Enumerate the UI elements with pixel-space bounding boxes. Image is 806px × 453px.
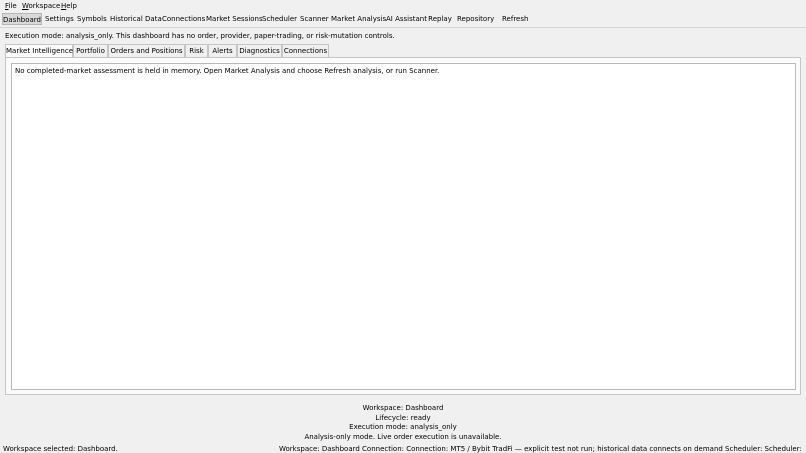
toolbar: Dashboard Settings Symbols Historical Da… <box>0 12 806 28</box>
tab-connections[interactable]: Connections <box>282 44 329 57</box>
toolbar-refresh-button[interactable]: Refresh <box>502 13 528 25</box>
toolbar-market-analysis-button[interactable]: Market Analysis <box>331 13 386 25</box>
toolbar-market-sessions-button[interactable]: Market Sessions <box>206 13 263 25</box>
status-bar-details: Workspace: Dashboard Connection: Connect… <box>279 445 803 453</box>
status-bar-message: Workspace selected: Dashboard. <box>3 445 118 453</box>
menu-workspace[interactable]: Workspace <box>22 2 60 10</box>
tab-portfolio[interactable]: Portfolio <box>73 44 108 57</box>
menu-bar: File Workspace Help <box>0 0 806 11</box>
market-intelligence-panel: No completed-market assessment is held i… <box>5 57 801 395</box>
tab-orders-and-positions[interactable]: Orders and Positions <box>108 44 185 57</box>
assessment-text-area[interactable]: No completed-market assessment is held i… <box>11 63 796 390</box>
toolbar-repository-button[interactable]: Repository <box>457 13 494 25</box>
toolbar-scanner-button[interactable]: Scanner <box>300 13 329 25</box>
toolbar-historical-data-button[interactable]: Historical Data <box>110 13 162 25</box>
tab-market-intelligence[interactable]: Market Intelligence <box>5 44 73 58</box>
assessment-message: No completed-market assessment is held i… <box>15 67 440 75</box>
toolbar-connections-button[interactable]: Connections <box>162 13 205 25</box>
toolbar-scheduler-button[interactable]: Scheduler <box>262 13 297 25</box>
execution-mode-note: Execution mode: analysis_only. This dash… <box>5 32 395 40</box>
menu-file[interactable]: File <box>5 2 17 10</box>
toolbar-settings-button[interactable]: Settings <box>45 13 74 25</box>
menu-help[interactable]: Help <box>61 2 77 10</box>
analysis-only-note: Analysis-only mode. Live order execution… <box>304 433 502 441</box>
toolbar-symbols-button[interactable]: Symbols <box>77 13 107 25</box>
execution-mode-info: Execution mode: analysis_only <box>349 423 457 431</box>
toolbar-replay-button[interactable]: Replay <box>428 13 452 25</box>
tab-diagnostics[interactable]: Diagnostics <box>237 44 282 57</box>
toolbar-dashboard-button[interactable]: Dashboard <box>2 13 42 25</box>
toolbar-ai-assistant-button[interactable]: AI Assistant <box>386 13 427 25</box>
tab-risk[interactable]: Risk <box>185 44 208 57</box>
lifecycle-info: Lifecycle: ready <box>375 414 431 422</box>
tab-alerts[interactable]: Alerts <box>208 44 237 57</box>
workspace-info: Workspace: Dashboard <box>362 404 444 412</box>
